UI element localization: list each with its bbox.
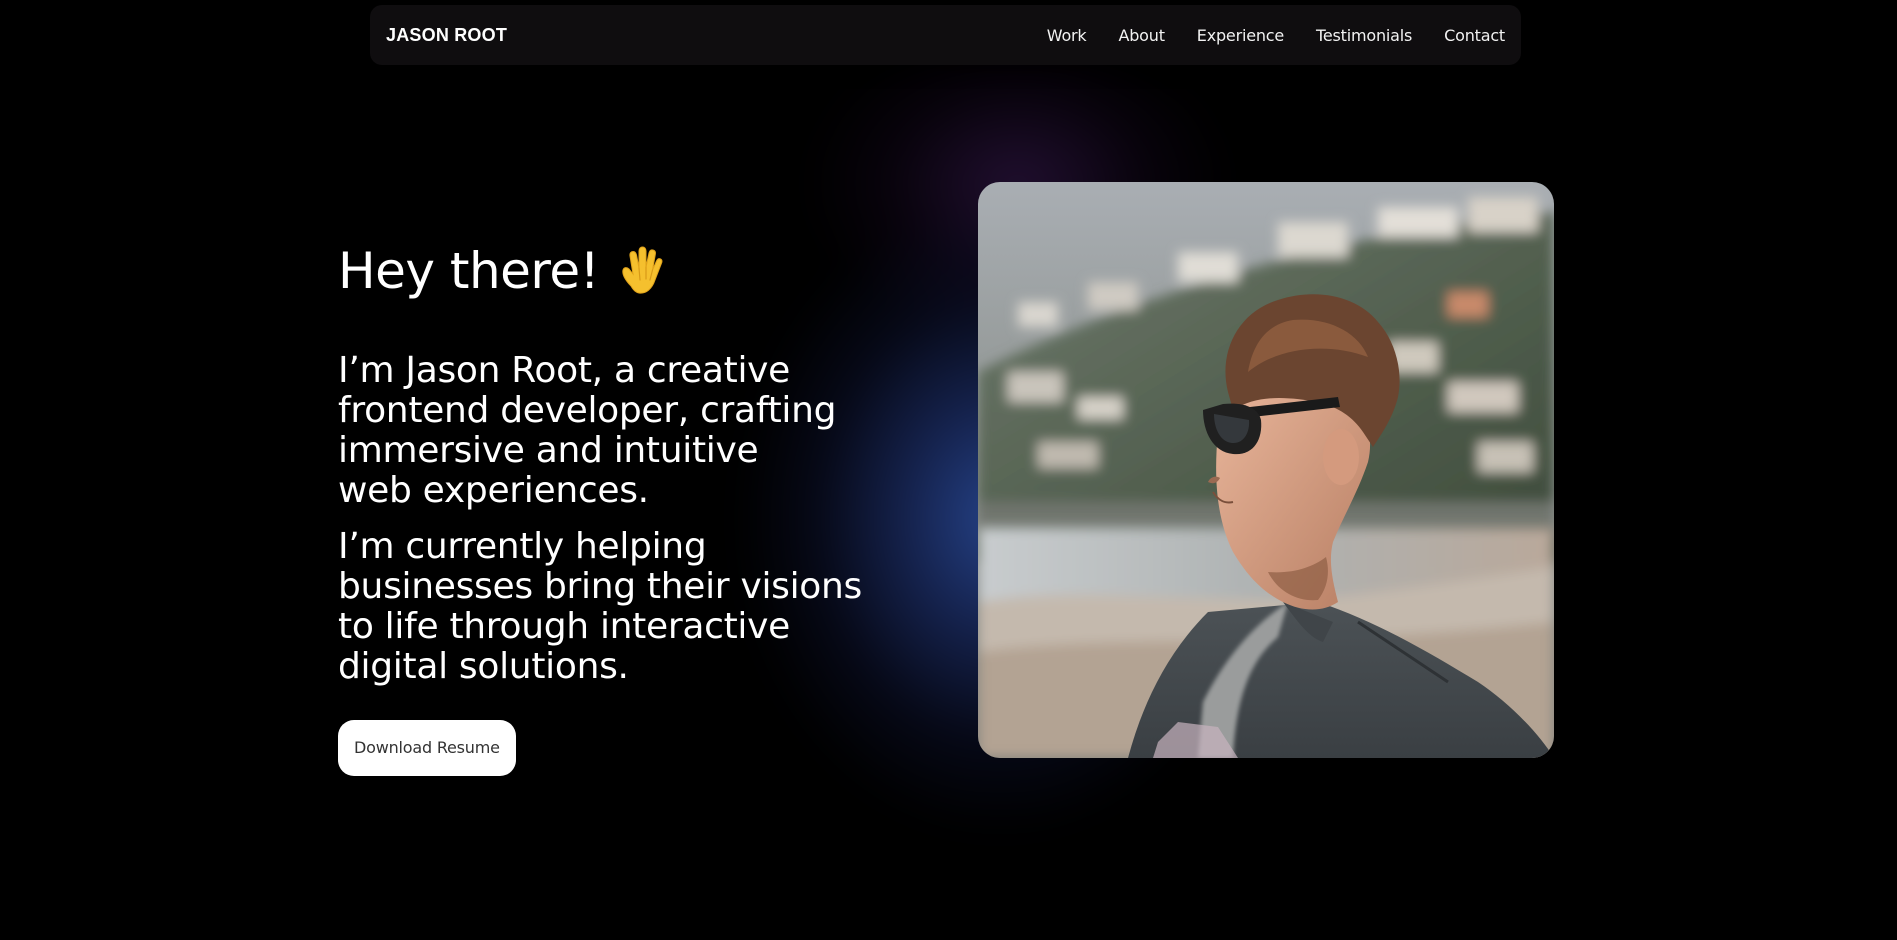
profile-photo: [978, 182, 1554, 758]
hero-heading: Hey there!: [338, 244, 938, 299]
current-work-paragraph: I’m currently helping businesses bring t…: [338, 526, 863, 687]
site-logo[interactable]: JASON ROOT: [386, 25, 507, 46]
greeting-text: Hey there!: [338, 242, 600, 300]
nav-link-contact[interactable]: Contact: [1444, 26, 1505, 45]
page: JASON ROOT Work About Experience Testimo…: [0, 0, 1897, 940]
download-resume-button[interactable]: Download Resume: [338, 720, 516, 776]
nav-link-work[interactable]: Work: [1047, 26, 1087, 45]
nav-links: Work About Experience Testimonials Conta…: [1047, 26, 1505, 45]
nav-link-about[interactable]: About: [1118, 26, 1165, 45]
hero-section: Hey there! I’m Jason Root, a creative fr…: [338, 244, 938, 776]
top-navbar: JASON ROOT Work About Experience Testimo…: [370, 5, 1521, 65]
portrait-illustration: [978, 182, 1554, 758]
intro-paragraph: I’m Jason Root, a creative frontend deve…: [338, 350, 837, 511]
nav-link-experience[interactable]: Experience: [1197, 26, 1284, 45]
raised-hand-icon: [617, 245, 667, 298]
nav-link-testimonials[interactable]: Testimonials: [1316, 26, 1412, 45]
